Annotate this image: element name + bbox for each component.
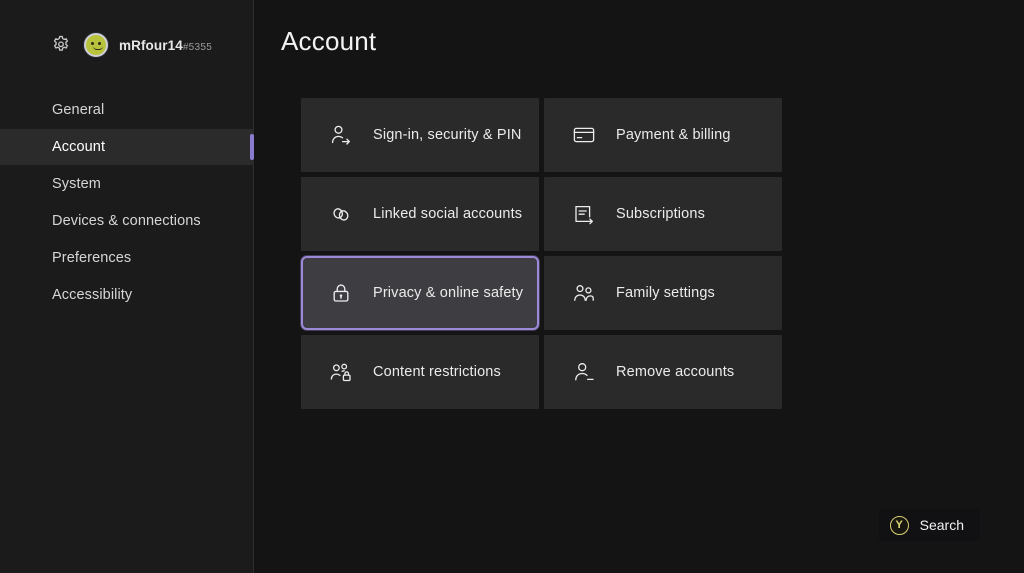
sidebar-item-label: Preferences	[52, 250, 132, 266]
person-arrow-icon	[329, 123, 353, 147]
gamertag: mRfour14#5355	[119, 38, 212, 53]
sidebar-item-label: General	[52, 102, 105, 118]
sidebar-item-accessibility[interactable]: Accessibility	[0, 277, 254, 313]
tile-label: Subscriptions	[616, 206, 705, 222]
tile-family-settings[interactable]: Family settings	[544, 256, 782, 330]
tile-content-restrictions[interactable]: Content restrictions	[301, 335, 539, 409]
sidebar: mRfour14#5355 General Account System Dev…	[0, 0, 254, 573]
sidebar-item-system[interactable]: System	[0, 166, 254, 202]
tile-label: Remove accounts	[616, 364, 735, 380]
main-content: Account Sign-in, security & PIN Payment …	[255, 0, 1024, 573]
search-button-label: Search	[919, 517, 964, 533]
sidebar-item-label: Accessibility	[52, 287, 133, 303]
document-renew-icon	[572, 202, 596, 226]
avatar[interactable]	[84, 33, 108, 57]
gamertag-name: mRfour14	[119, 37, 183, 53]
tile-sign-in-security-pin[interactable]: Sign-in, security & PIN	[301, 98, 539, 172]
tile-remove-accounts[interactable]: Remove accounts	[544, 335, 782, 409]
credit-card-icon	[572, 123, 596, 147]
sidebar-item-devices-connections[interactable]: Devices & connections	[0, 203, 254, 239]
tile-linked-social-accounts[interactable]: Linked social accounts	[301, 177, 539, 251]
sidebar-item-label: System	[52, 176, 101, 192]
tile-privacy-online-safety[interactable]: Privacy & online safety	[301, 256, 539, 330]
link-icon	[329, 202, 353, 226]
avatar-eye-left	[91, 42, 94, 45]
search-button[interactable]: Y Search	[878, 509, 980, 541]
sidebar-item-label: Account	[52, 139, 106, 155]
sidebar-item-general[interactable]: General	[0, 92, 254, 128]
tile-payment-billing[interactable]: Payment & billing	[544, 98, 782, 172]
tile-subscriptions[interactable]: Subscriptions	[544, 177, 782, 251]
sidebar-item-label: Devices & connections	[52, 213, 201, 229]
tile-label: Content restrictions	[373, 364, 501, 380]
sidebar-item-preferences[interactable]: Preferences	[0, 240, 254, 276]
people-icon	[572, 281, 596, 305]
tile-label: Sign-in, security & PIN	[373, 127, 522, 143]
person-minus-icon	[572, 360, 596, 384]
avatar-eye-right	[98, 42, 101, 45]
avatar-mouth	[93, 46, 103, 50]
sidebar-item-account[interactable]: Account	[0, 129, 254, 165]
y-button-icon: Y	[889, 515, 909, 535]
tile-label: Family settings	[616, 285, 715, 301]
gamertag-suffix: #5355	[182, 41, 213, 53]
account-tile-grid: Sign-in, security & PIN Payment & billin…	[301, 98, 787, 409]
profile-row[interactable]: mRfour14#5355	[0, 27, 254, 63]
sidebar-nav: General Account System Devices & connect…	[0, 92, 254, 314]
tile-label: Payment & billing	[616, 127, 731, 143]
page-title: Account	[281, 26, 377, 56]
tile-label: Linked social accounts	[373, 206, 523, 222]
people-lock-icon	[329, 360, 353, 384]
lock-icon	[329, 281, 353, 305]
tile-label: Privacy & online safety	[373, 285, 524, 301]
gear-icon[interactable]	[50, 34, 72, 56]
